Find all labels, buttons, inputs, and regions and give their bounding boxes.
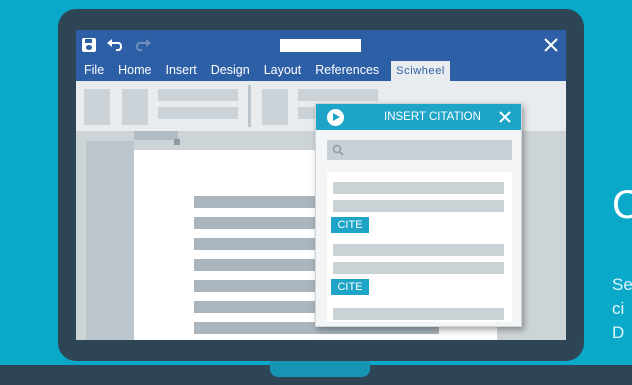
citation-results: CITE CITE	[327, 172, 512, 322]
undo-icon[interactable]	[106, 39, 126, 51]
search-input[interactable]	[327, 140, 512, 160]
laptop-notch	[270, 361, 370, 377]
titlebar	[76, 30, 566, 60]
tab-sciwheel[interactable]: Sciwheel	[391, 61, 450, 81]
right-text-line: ci	[612, 299, 625, 318]
ribbon-control[interactable]	[158, 89, 238, 101]
close-icon[interactable]	[498, 110, 512, 124]
menu-bar: File Home Insert Design Layout Reference…	[76, 60, 566, 81]
ribbon-button[interactable]	[262, 89, 288, 125]
ruler	[134, 131, 178, 140]
tab-layout[interactable]: Layout	[264, 61, 302, 81]
ribbon-button[interactable]	[122, 89, 148, 125]
search-icon	[332, 144, 344, 156]
right-text-line: D	[612, 323, 625, 342]
right-heading: C	[612, 183, 632, 227]
ribbon-control[interactable]	[298, 89, 378, 101]
popup-title: INSERT CITATION	[384, 111, 481, 123]
ribbon-divider	[248, 85, 251, 127]
popup-header: INSERT CITATION	[316, 104, 521, 130]
tab-references[interactable]: References	[315, 61, 379, 81]
close-icon[interactable]	[542, 36, 560, 54]
cite-button[interactable]: CITE	[331, 279, 369, 295]
tab-home[interactable]: Home	[118, 61, 151, 81]
result-line	[333, 308, 504, 320]
tab-file[interactable]: File	[84, 61, 104, 81]
save-icon[interactable]	[82, 38, 96, 52]
tab-design[interactable]: Design	[211, 61, 250, 81]
result-line	[333, 244, 504, 256]
redo-icon[interactable]	[132, 39, 152, 51]
ruler-marker[interactable]	[174, 139, 180, 145]
ribbon-control[interactable]	[158, 107, 238, 119]
play-icon[interactable]	[327, 109, 344, 126]
insert-citation-popup: INSERT CITATION CITE CITE	[315, 103, 522, 327]
result-line	[333, 182, 504, 194]
document-title-field	[280, 39, 361, 52]
result-line	[333, 200, 504, 212]
ribbon-button[interactable]	[84, 89, 110, 125]
document-margin	[86, 141, 134, 340]
cite-button[interactable]: CITE	[331, 217, 369, 233]
tab-insert[interactable]: Insert	[166, 61, 197, 81]
right-text-line: Se	[612, 275, 632, 294]
result-line	[333, 262, 504, 274]
